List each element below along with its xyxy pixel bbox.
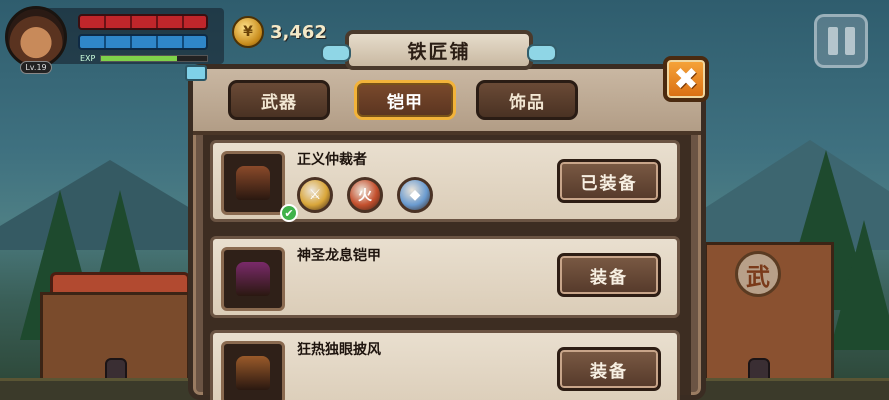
player-level: Lv.19: [20, 61, 52, 74]
health-bar: [78, 14, 208, 30]
pause-button[interactable]: [814, 14, 868, 68]
exp-bar-fill: [101, 56, 178, 61]
item-row[interactable]: 神圣龙息铠甲 装备: [210, 236, 680, 318]
equipped-check-icon: ✔: [280, 204, 298, 222]
item-name: 正义仲裁者: [297, 152, 367, 168]
player-avatar[interactable]: [5, 6, 67, 68]
weapon-shop-sign: 武: [735, 251, 781, 297]
armor-icon: [236, 166, 270, 200]
tab-weapons[interactable]: 武器: [228, 80, 330, 120]
pause-icon: [844, 27, 855, 55]
item-row[interactable]: 狂热独眼披风 装备: [210, 330, 680, 400]
dialog-title: 铁匠铺: [321, 30, 557, 70]
equip-button[interactable]: 装备: [557, 253, 661, 297]
item-name: 神圣龙息铠甲: [297, 248, 381, 264]
tab-accessories[interactable]: 饰品: [476, 80, 578, 120]
equip-button[interactable]: 装备: [557, 347, 661, 391]
armor-icon: [236, 356, 270, 390]
pause-icon: [827, 27, 838, 55]
exp-label: EXP: [80, 54, 96, 63]
shield-emblem-icon[interactable]: ⚔: [297, 177, 333, 213]
armor-icon: [236, 262, 270, 296]
item-name: 狂热独眼披风: [297, 342, 381, 358]
background-tree: [830, 220, 889, 350]
item-icon-frame[interactable]: ✔: [221, 151, 298, 222]
item-icon-frame[interactable]: [221, 247, 285, 311]
fire-emblem-icon[interactable]: 火: [347, 177, 383, 213]
mana-bar: [78, 34, 208, 50]
close-button[interactable]: ✖: [663, 56, 709, 102]
equipped-button[interactable]: 已装备: [557, 159, 661, 203]
item-row[interactable]: ✔ 正义仲裁者 ⚔ 火 ◆ 已装备: [210, 140, 680, 222]
exp-bar: [100, 55, 208, 62]
gold-coin-icon: ¥: [232, 16, 264, 48]
game-scene: 武 Lv.19 EXP ¥ 3,462 铁匠铺 ✖ 武器 铠甲 饰品 ✔ 正义仲…: [0, 0, 889, 400]
gold-counter: ¥ 3,462: [232, 14, 327, 50]
gold-amount: 3,462: [270, 21, 327, 43]
tab-armor[interactable]: 铠甲: [354, 80, 456, 120]
item-icon-frame[interactable]: [221, 341, 285, 400]
corner-gem-icon: [185, 65, 207, 81]
defense-emblem-icon[interactable]: ◆: [397, 177, 433, 213]
